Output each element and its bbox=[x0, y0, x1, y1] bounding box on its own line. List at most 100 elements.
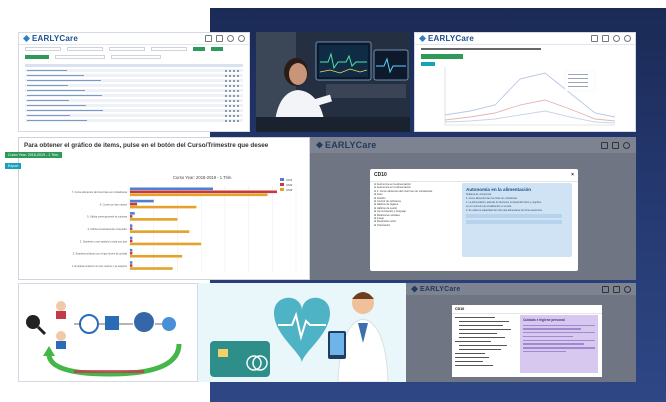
bar-cm1 bbox=[130, 236, 133, 240]
chart-icon[interactable] bbox=[602, 35, 609, 42]
clinician-photo-illustration bbox=[256, 32, 410, 132]
list-item[interactable] bbox=[25, 74, 243, 77]
user-icon[interactable] bbox=[613, 35, 620, 42]
card-line: 1. La alimentación, además de favorecer … bbox=[466, 201, 542, 204]
add-button[interactable] bbox=[211, 47, 223, 51]
user-icon[interactable] bbox=[227, 35, 234, 42]
action-button[interactable] bbox=[25, 55, 49, 59]
bar-cm3 bbox=[130, 254, 183, 258]
gear-icon[interactable] bbox=[624, 35, 631, 42]
list-item[interactable] bbox=[25, 114, 243, 117]
filter-field[interactable] bbox=[25, 47, 61, 51]
health-card-icon bbox=[210, 341, 270, 377]
card-line: es un momento de socialización en el aul… bbox=[466, 205, 512, 208]
logo-text: EARLYCare bbox=[420, 285, 461, 293]
doctor-icon bbox=[56, 331, 66, 341]
chart-icon[interactable] bbox=[613, 285, 620, 293]
chart-icon[interactable] bbox=[216, 35, 223, 42]
category-label: 1. Empieza al lavar con sus manos y se a… bbox=[72, 264, 128, 268]
export-button[interactable]: Export bbox=[5, 163, 22, 169]
bar-cm1 bbox=[130, 187, 213, 191]
tile-workflow-diagram bbox=[18, 283, 198, 382]
caption-bar bbox=[74, 370, 144, 373]
legend-label: CM2 bbox=[286, 183, 293, 187]
close-icon[interactable]: × bbox=[571, 172, 574, 178]
logo: EARLYCare bbox=[411, 285, 461, 293]
header-icons bbox=[601, 141, 630, 149]
filter-field[interactable] bbox=[109, 47, 145, 51]
modal-title: CD10 bbox=[455, 307, 465, 311]
list-item[interactable] bbox=[25, 79, 243, 82]
header-icons bbox=[591, 35, 631, 42]
category-label: 5. Utiliza correctamente la cuchara bbox=[87, 215, 127, 219]
gear-icon[interactable] bbox=[623, 141, 630, 149]
details-modal: CD10 × ⊟ Autonomía en la alimentación ⊟ … bbox=[370, 169, 578, 271]
list-item[interactable] bbox=[25, 94, 243, 97]
filter-row bbox=[19, 45, 249, 53]
home-icon[interactable] bbox=[601, 141, 608, 149]
course-year-button[interactable]: Curso Year: 2018-2019 - 1 Trim. bbox=[5, 152, 63, 158]
bar-cm3 bbox=[130, 218, 178, 221]
gear-icon[interactable] bbox=[624, 285, 631, 293]
bar-cm1 bbox=[130, 224, 133, 227]
category-label: 2. Empieza al lavar con el que sirven la… bbox=[73, 252, 128, 256]
brain-network-icon bbox=[134, 312, 154, 332]
tile-doctor-illustration bbox=[198, 283, 406, 382]
items-bar-chart: Curso Year: 2018-2019 - 1 Trim. 7. Come a… bbox=[72, 175, 297, 272]
bar-cm3 bbox=[130, 205, 197, 209]
legend-swatch bbox=[280, 183, 284, 186]
list-item[interactable] bbox=[25, 109, 243, 112]
logo: EARLYCare bbox=[23, 34, 78, 43]
list-item[interactable] bbox=[25, 104, 243, 107]
logo: EARLYCare bbox=[316, 140, 377, 150]
chart-icon[interactable] bbox=[612, 141, 619, 149]
list-item[interactable] bbox=[25, 69, 243, 72]
bar-cm2 bbox=[130, 264, 133, 267]
list-item[interactable] bbox=[25, 89, 243, 92]
bar-cm2 bbox=[130, 239, 133, 243]
info-card: Autonomía en la alimentación Subárea de:… bbox=[462, 183, 572, 257]
category-label: 3. Sostiene y usa vasito/a o taza con as… bbox=[80, 239, 128, 243]
program-icon bbox=[162, 317, 176, 331]
app-header: EARLYCare bbox=[310, 137, 636, 153]
filter-field[interactable] bbox=[111, 55, 161, 59]
workflow-diagram-illustration bbox=[19, 284, 197, 381]
card-line: 1. Come alimentos del nivel tras ser cor… bbox=[466, 197, 518, 200]
tree-item[interactable]: ⊞ Orientación bbox=[374, 224, 454, 227]
bar-cm2 bbox=[130, 251, 133, 255]
bar-cm1 bbox=[130, 261, 133, 264]
logo-mark-icon bbox=[316, 141, 323, 149]
chart-heading-bar bbox=[421, 48, 541, 50]
home-icon[interactable] bbox=[591, 35, 598, 42]
list-item[interactable] bbox=[25, 119, 243, 122]
bar-cm1 bbox=[130, 212, 135, 215]
home-icon[interactable] bbox=[205, 35, 212, 42]
category-label: 6. Come con las manos bbox=[100, 202, 128, 206]
home-icon[interactable] bbox=[602, 285, 609, 293]
doctor-tablet-illustration bbox=[198, 283, 406, 382]
app-header: EARLYCare bbox=[415, 33, 635, 45]
logo-mark-icon bbox=[411, 285, 418, 293]
legend-label: CM3 bbox=[286, 188, 293, 192]
list-item[interactable] bbox=[25, 84, 243, 87]
card-highlight bbox=[466, 214, 562, 218]
card-lines: Subárea de: Autonomía 1. Come alimentos d… bbox=[466, 193, 568, 212]
search-button[interactable] bbox=[193, 47, 205, 51]
details-modal: CD10 Cuidado e higiene personal bbox=[452, 305, 602, 377]
filter-row-2 bbox=[19, 53, 249, 61]
category-label: 4. Utiliza correctamente el tenedor bbox=[87, 227, 127, 231]
logo-mark-icon bbox=[23, 35, 30, 42]
category-tree: ⊟ Autonomía en la alimentación ⊟ Autonom… bbox=[374, 183, 454, 227]
filter-field[interactable] bbox=[67, 47, 103, 51]
legend-label: CM1 bbox=[286, 178, 293, 182]
category-label: 7. Come alimentos del nivel tras ser cor… bbox=[72, 190, 128, 194]
section-header bbox=[25, 64, 243, 67]
filter-field[interactable] bbox=[55, 55, 105, 59]
gear-icon[interactable] bbox=[238, 35, 245, 42]
card-line: 2. Se valora la capacidad del niño para … bbox=[466, 209, 543, 212]
header-icons bbox=[205, 35, 245, 42]
list-item[interactable] bbox=[25, 99, 243, 102]
logo-text: EARLYCare bbox=[32, 34, 78, 43]
filter-field[interactable] bbox=[151, 47, 187, 51]
magnifier-icon bbox=[26, 315, 40, 329]
